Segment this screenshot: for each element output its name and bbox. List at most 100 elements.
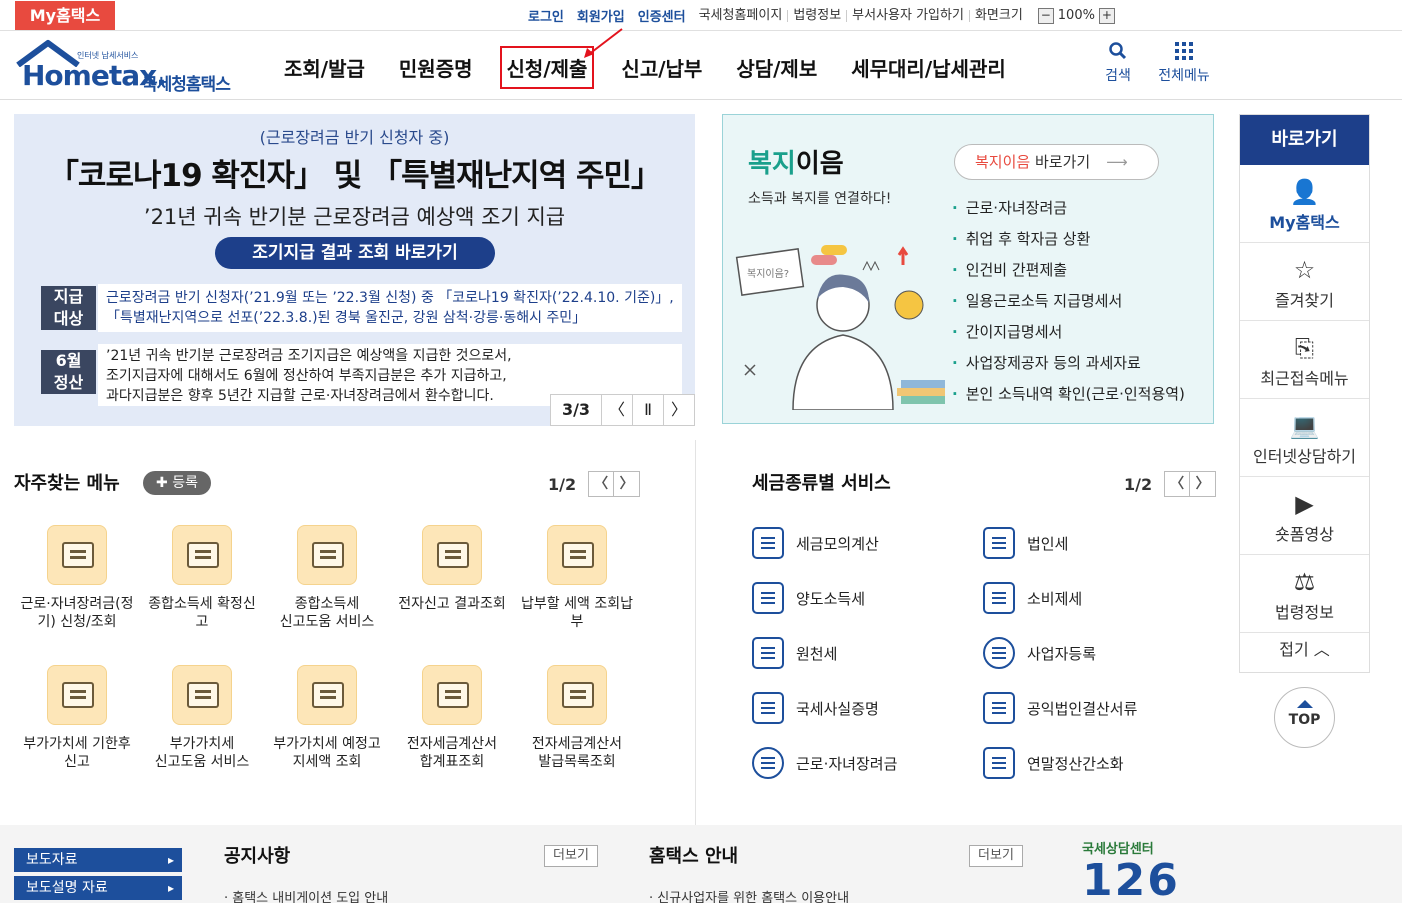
quick-item-label: 즐겨찾기 xyxy=(1275,291,1334,310)
frequent-item-label: 종합소득세 xyxy=(294,596,360,612)
all-menu-button[interactable]: 전체메뉴 xyxy=(1152,41,1216,85)
press-explain-button[interactable]: 보도설명 자료 xyxy=(14,876,182,900)
notice-item[interactable]: · 홈택스 내비게이션 도입 안내 xyxy=(224,887,388,903)
register-button[interactable]: ✚ 등록 xyxy=(143,471,211,495)
main-banner[interactable]: (근로장려금 반기 신청자 중) 「코로나19 확진자」 및 「특별재난지역 주… xyxy=(14,114,695,426)
frequent-item-label: 납부할 세액 조회납 xyxy=(521,596,633,612)
tax-service-prev-button[interactable]: 〈 xyxy=(1164,471,1191,497)
quick-law-info[interactable]: ⚖ 법령정보 xyxy=(1240,555,1369,633)
frequent-item[interactable]: 근로·자녀장려금(정 기) 신청/조회 xyxy=(14,525,140,631)
signup-link[interactable]: 회원가입 xyxy=(577,6,625,25)
frequent-item[interactable]: 종합소득세 확정신 고 xyxy=(139,525,265,631)
nav-inquiry-issue[interactable]: 조회/발급 xyxy=(284,53,365,82)
welfare-item[interactable]: 취업 후 학자금 상환 xyxy=(952,224,1185,255)
welfare-subtitle: 소득과 복지를 연결하다! xyxy=(748,191,892,207)
welfare-item[interactable]: 일용근로소득 지급명세서 xyxy=(952,286,1185,317)
tax-service-item[interactable]: 소비제세 xyxy=(983,582,1082,614)
tax-service-next-button[interactable]: 〉 xyxy=(1190,471,1217,497)
tax-service-item[interactable]: 양도소득세 xyxy=(752,582,865,614)
nav-apply-submit[interactable]: 신청/제출 xyxy=(499,46,595,89)
nav-consult[interactable]: 상담/제보 xyxy=(736,53,817,82)
login-link[interactable]: 로그인 xyxy=(528,6,564,25)
tax-service-item[interactable]: 세금모의계산 xyxy=(752,527,879,559)
search-label: 검색 xyxy=(1105,68,1131,84)
tax-service-item[interactable]: 사업자등록 xyxy=(983,637,1096,669)
welfare-item[interactable]: 인건비 간편제출 xyxy=(952,255,1185,286)
guide-item[interactable]: · 신규사업자를 위한 홈택스 이용안내 xyxy=(649,887,849,903)
search-button[interactable]: 검색 xyxy=(1099,41,1137,85)
tax-service-label: 세금모의계산 xyxy=(796,534,879,553)
quick-my-hometax[interactable]: 👤 My홈택스 xyxy=(1240,165,1369,243)
my-hometax-badge[interactable]: My홈택스 xyxy=(15,1,115,30)
banner-prev-button[interactable]: 〈 xyxy=(601,395,632,425)
dept-user-join-link[interactable]: 부서사용자 가입하기 xyxy=(846,9,969,22)
frequent-item-label: 신고 xyxy=(64,754,90,770)
welfare-item[interactable]: 간이지급명세서 xyxy=(952,317,1185,348)
clipboard-check-icon xyxy=(983,692,1015,724)
document-search-icon xyxy=(547,525,607,585)
guide-title: 홈택스 안내 xyxy=(649,846,739,867)
frequent-item[interactable]: 부가가치세 예정고 지세액 조회 xyxy=(264,665,390,771)
scroll-top-button[interactable]: TOP xyxy=(1274,687,1335,748)
quick-shortform-video[interactable]: ▶ 숏폼영상 xyxy=(1240,477,1369,555)
quick-fold-button[interactable]: 접기 ︿ xyxy=(1240,633,1369,667)
frequent-item[interactable]: 전자신고 결과조회 xyxy=(389,525,515,613)
tax-service-item[interactable]: 국세사실증명 xyxy=(752,692,879,724)
frequent-item[interactable]: 납부할 세액 조회납 부 xyxy=(514,525,640,631)
tax-service-item[interactable]: 공익법인결산서류 xyxy=(983,692,1137,724)
frequent-item[interactable]: 종합소득세 신고도움 서비스 xyxy=(264,525,390,631)
document-search-icon xyxy=(172,665,232,725)
calendar-edit-icon xyxy=(47,665,107,725)
frequent-item[interactable]: 부가가치세 기한후 신고 xyxy=(14,665,140,771)
tax-service-item[interactable]: 근로·자녀장려금 xyxy=(752,747,897,779)
banner-target-line1: 근로장려금 반기 신청자(’21.9월 또는 ’22.3월 신청) 중 「코로나… xyxy=(106,290,674,306)
all-menu-label: 전체메뉴 xyxy=(1158,68,1210,84)
tax-service-item[interactable]: 연말정산간소화 xyxy=(983,747,1124,779)
nav-civil-cert[interactable]: 민원증명 xyxy=(399,53,473,82)
quick-online-consult[interactable]: 💻 인터넷상담하기 xyxy=(1240,399,1369,477)
zoom-in-button[interactable]: + xyxy=(1098,7,1115,24)
frequent-item-label: 합계표조회 xyxy=(419,754,485,770)
quick-item-label: 최근접속메뉴 xyxy=(1260,369,1349,388)
welfare-shortcut-button[interactable]: 복지이음 바로가기 ⟶ xyxy=(954,144,1159,180)
nav-report-pay[interactable]: 신고/납부 xyxy=(621,53,702,82)
tax-service-item[interactable]: 원천세 xyxy=(752,637,837,669)
zoom-out-button[interactable]: − xyxy=(1037,7,1054,24)
tax-service-item[interactable]: 법인세 xyxy=(983,527,1068,559)
gavel-icon: ⚖ xyxy=(1293,568,1316,596)
tax-service-page-indicator: 1/2 xyxy=(1124,474,1153,494)
search-won-icon xyxy=(983,747,1015,779)
nav-tax-agent[interactable]: 세무대리/납세관리 xyxy=(851,53,1006,82)
banner-pause-button[interactable]: Ⅱ xyxy=(632,395,663,425)
frequent-item[interactable]: 전자세금계산서합계표조회 xyxy=(389,665,515,771)
cert-center-link[interactable]: 인증센터 xyxy=(638,6,686,25)
building-icon xyxy=(983,527,1015,559)
hometax-logo[interactable]: 인터넷 납세서비스 Hometax. 국세청홈택스 xyxy=(14,39,244,95)
law-info-link[interactable]: 법령정보 xyxy=(787,9,846,22)
frequent-item[interactable]: 부가가치세 신고도움 서비스 xyxy=(139,665,265,771)
notice-more-button[interactable]: 더보기 xyxy=(544,845,598,867)
frequent-item[interactable]: 전자세금계산서 발급목록조회 xyxy=(514,665,640,771)
section-divider xyxy=(695,440,696,825)
quick-recent-menu[interactable]: ⎘ 최근접속메뉴 xyxy=(1240,321,1369,399)
banner-result-button[interactable]: 조기지급 결과 조회 바로가기 xyxy=(215,237,495,269)
welfare-title-a: 복지 xyxy=(748,149,796,179)
quick-favorites[interactable]: ☆ 즐겨찾기 xyxy=(1240,243,1369,321)
press-release-button[interactable]: 보도자료 xyxy=(14,848,182,872)
banner-headline: 「코로나19 확진자」 및 「특별재난지역 주민」 xyxy=(47,158,662,194)
guide-more-button[interactable]: 더보기 xyxy=(969,845,1023,867)
welfare-btn-a: 복지이음 xyxy=(975,153,1031,171)
arrow-up-icon xyxy=(1296,700,1313,708)
welfare-item[interactable]: 사업장제공자 등의 과세자료 xyxy=(952,348,1185,379)
consult-center-banner[interactable]: 국세상담센터 126 xyxy=(1082,838,1214,903)
frequent-next-button[interactable]: 〉 xyxy=(614,471,641,497)
welfare-illustration-icon: 복지이음? xyxy=(735,245,945,410)
welfare-item[interactable]: 본인 소득내역 확인(근로·인적용역) xyxy=(952,379,1185,410)
frequent-prev-button[interactable]: 〈 xyxy=(588,471,615,497)
welfare-item[interactable]: 근로·자녀장려금 xyxy=(952,193,1185,224)
salary-doc-icon xyxy=(752,637,784,669)
welfare-bubble: 복지이음? xyxy=(747,268,789,280)
banner-next-button[interactable]: 〉 xyxy=(663,395,694,425)
nts-homepage-link[interactable]: 국세청홈페이지 xyxy=(699,9,788,22)
frequent-item-label: 전자세금계산서 xyxy=(406,736,498,752)
